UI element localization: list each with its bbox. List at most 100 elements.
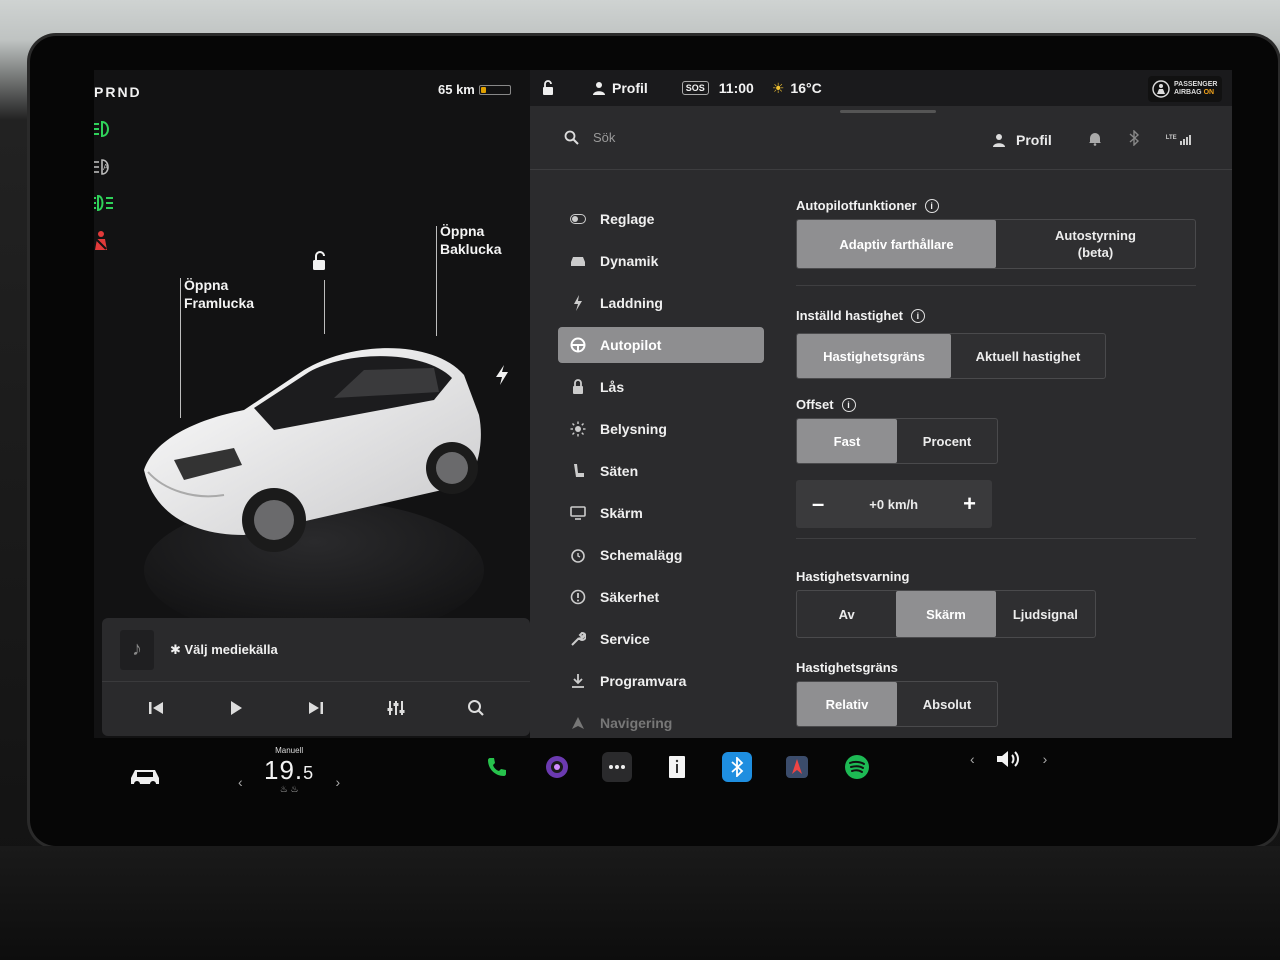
speed-limit-label: Hastighetsgräns: [796, 660, 898, 675]
autopilot-features-option-autostyrning-beta-[interactable]: Autostyrning (beta): [996, 220, 1195, 268]
offset-option-procent[interactable]: Procent: [897, 419, 997, 463]
sidebar-item-s-ten[interactable]: Säten: [558, 450, 764, 492]
low-beam-headlight-icon: [94, 118, 116, 140]
speed-warning-option-ljudsignal[interactable]: Ljudsignal: [996, 591, 1095, 637]
panel-drag-handle[interactable]: [840, 110, 936, 113]
fog-light-icon: [94, 192, 116, 214]
set-speed-title: Inställd hastighet i: [796, 308, 1206, 323]
sidebar-item-autopilot[interactable]: Autopilot: [558, 327, 764, 363]
sidebar-item-label: Programvara: [600, 673, 687, 689]
decrease-offset-button[interactable]: –: [812, 491, 824, 517]
search-input[interactable]: [593, 130, 753, 145]
unlock-icon[interactable]: [308, 250, 330, 272]
offset-label: Offset: [796, 397, 834, 412]
sidebar-item-belysning[interactable]: Belysning: [558, 408, 764, 450]
more-apps-icon[interactable]: [602, 752, 632, 782]
sos-button[interactable]: SOS: [681, 81, 709, 95]
offset-value: +0 km/h: [869, 496, 919, 512]
lte-signal-icon: LTE: [1165, 134, 1191, 145]
bell-icon[interactable]: [1088, 131, 1102, 149]
sidebar-item-s-kerhet[interactable]: Säkerhet: [558, 576, 764, 618]
bottom-bar: Manuell 19.5 ♨ ♨ ‹ › ‹ ›: [94, 738, 1232, 816]
autopilot-features-label: Autopilotfunktioner: [796, 198, 917, 213]
equalizer-icon: [387, 701, 405, 715]
increase-offset-button[interactable]: +: [963, 491, 976, 517]
media-source-row[interactable]: ♪ ✱ Välj mediekälla: [102, 618, 530, 682]
speed-limit-option-absolut[interactable]: Absolut: [897, 682, 997, 726]
sun-icon: [570, 421, 586, 437]
previous-track-button[interactable]: [140, 692, 172, 724]
phone-icon[interactable]: [482, 752, 512, 782]
autopilot-features-option-adaptiv-farthållare[interactable]: Adaptiv farthållare: [797, 220, 996, 268]
set-speed-option-hastighetsgräns[interactable]: Hastighetsgräns: [797, 334, 951, 378]
play-button[interactable]: [220, 692, 252, 724]
search-icon: [564, 130, 579, 145]
car-controls-button[interactable]: [128, 766, 162, 788]
info-icon[interactable]: i: [910, 308, 925, 323]
lte-label: LTE: [1165, 134, 1177, 141]
sidebar-item-navigering[interactable]: Navigering: [558, 702, 764, 738]
autopilot-settings: Autopilotfunktioner i Adaptiv farthållar…: [796, 198, 1206, 727]
settings-topbar: Profil LTE: [530, 114, 1232, 170]
set-speed-option-aktuell-hastighet[interactable]: Aktuell hastighet: [951, 334, 1105, 378]
cabin-temperature: 19.5: [264, 755, 314, 786]
lock-status-icon[interactable]: [540, 80, 556, 96]
bolt-icon: [570, 295, 586, 311]
set-speed-label: Inställd hastighet: [796, 308, 903, 323]
open-frunk-button[interactable]: Öppna Framlucka: [184, 276, 254, 312]
settings-search[interactable]: [564, 130, 753, 145]
status-profile-button[interactable]: Profil: [592, 80, 648, 96]
sidebar-item-reglage[interactable]: Reglage: [558, 198, 764, 240]
media-source-selector[interactable]: ✱ Välj mediekälla: [170, 642, 278, 658]
bluetooth-small-icon: ✱: [170, 641, 185, 657]
temp-decimal: 5: [303, 763, 315, 783]
navigation-arrow-icon: [570, 715, 586, 731]
topbar-actions: Profil LTE: [992, 129, 1191, 149]
sidebar-item-service[interactable]: Service: [558, 618, 764, 660]
sidebar-item-laddning[interactable]: Laddning: [558, 282, 764, 324]
temp-up-button[interactable]: ›: [336, 774, 341, 790]
temp-whole: 19.: [264, 755, 304, 785]
sidebar-item-sk-rm[interactable]: Skärm: [558, 492, 764, 534]
temp-down-button[interactable]: ‹: [238, 774, 243, 790]
outside-temperature-value: 16°C: [790, 80, 822, 96]
sidebar-item-programvara[interactable]: Programvara: [558, 660, 764, 702]
manual-icon[interactable]: [662, 752, 692, 782]
volume-icon[interactable]: [995, 748, 1023, 770]
info-icon[interactable]: i: [924, 198, 939, 213]
clock-icon: [570, 547, 586, 563]
volume-up-button[interactable]: ›: [1043, 751, 1048, 767]
sidebar-item-l-s[interactable]: Lås: [558, 366, 764, 408]
bluetooth-app-icon[interactable]: [722, 752, 752, 782]
display-icon: [570, 505, 586, 521]
navigation-app-icon[interactable]: [782, 752, 812, 782]
charge-port-icon[interactable]: [494, 364, 510, 386]
bluetooth-icon[interactable]: [1128, 129, 1140, 149]
climate-control[interactable]: Manuell 19.5 ♨ ♨ ‹ ›: [238, 746, 340, 795]
sidebar-item-dynamik[interactable]: Dynamik: [558, 240, 764, 282]
equalizer-button[interactable]: [380, 692, 412, 724]
sidebar-item-schemal-gg[interactable]: Schemalägg: [558, 534, 764, 576]
volume-down-button[interactable]: ‹: [970, 751, 975, 767]
search-icon: [468, 700, 484, 716]
sidebar-item-label: Skärm: [600, 505, 643, 521]
frunk-label-line1: Öppna: [184, 277, 229, 293]
clock: 11:00: [718, 80, 754, 96]
person-icon: [993, 133, 1005, 147]
offset-option-fast[interactable]: Fast: [797, 419, 897, 463]
speed-warning-option-av[interactable]: Av: [797, 591, 896, 637]
app-dock: [482, 752, 872, 782]
touchscreen: PRND A 65 km Öppna Framlucka Öppna Baklu…: [94, 70, 1232, 738]
passenger-airbag-indicator: PASSENGER AIRBAG ON: [1148, 76, 1222, 102]
media-search-button[interactable]: [460, 692, 492, 724]
autopilot-features-selector: Adaptiv farthållare Autostyrning (beta): [796, 219, 1196, 269]
camera-icon[interactable]: [542, 752, 572, 782]
battery-range: 65 km: [438, 82, 511, 97]
open-trunk-button[interactable]: Öppna Baklucka: [440, 222, 501, 258]
spotify-icon[interactable]: [842, 752, 872, 782]
speed-limit-option-relativ[interactable]: Relativ: [797, 682, 897, 726]
info-icon[interactable]: i: [841, 397, 856, 412]
next-track-button[interactable]: [300, 692, 332, 724]
speed-warning-option-skärm[interactable]: Skärm: [896, 591, 996, 637]
profile-button[interactable]: Profil: [992, 132, 1052, 148]
